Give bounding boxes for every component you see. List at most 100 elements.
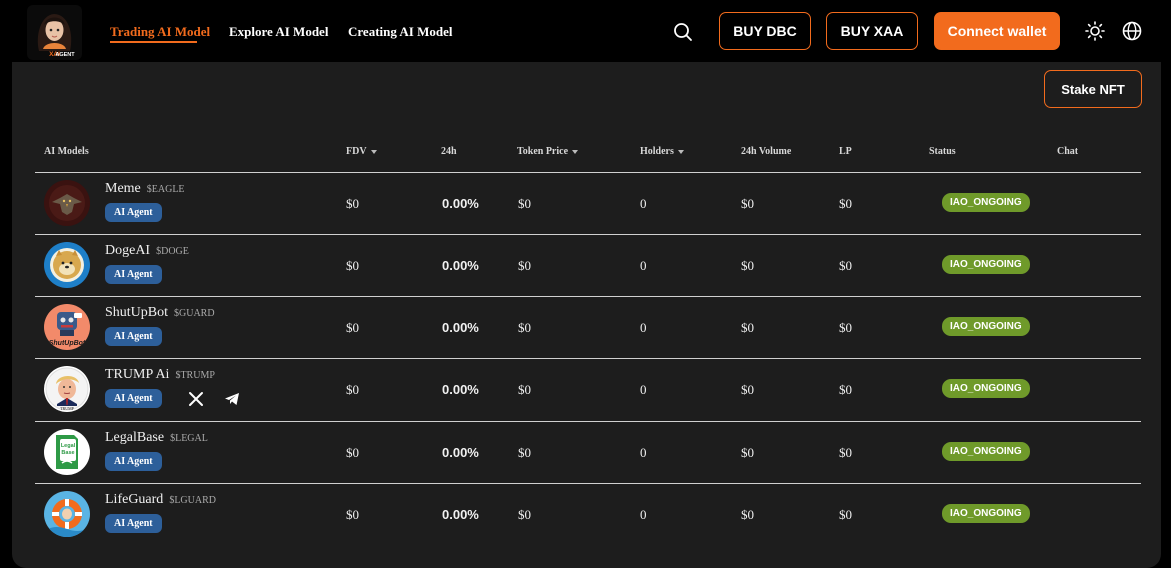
col-header-24h-volume: 24h Volume bbox=[741, 146, 792, 157]
xaiagent-logo[interactable]: XAI AGENT bbox=[27, 5, 82, 60]
ai-agent-badge: AI Agent bbox=[105, 514, 162, 533]
telegram-icon[interactable] bbox=[224, 391, 240, 407]
status-badge: IAO_ONGOING bbox=[942, 193, 1030, 212]
token-ticker: $TRUMP bbox=[175, 370, 215, 381]
shutupbot-avatar[interactable]: ShutUpBot bbox=[44, 304, 90, 350]
model-name[interactable]: ShutUpBot $GUARD bbox=[105, 305, 215, 321]
col-header-fdv[interactable]: FDV bbox=[346, 146, 377, 157]
holders-value: 0 bbox=[640, 445, 647, 460]
lifeguard-avatar[interactable] bbox=[44, 491, 90, 537]
col-header-status: Status bbox=[929, 146, 956, 157]
holders-value: 0 bbox=[640, 382, 647, 397]
token-ticker: $GUARD bbox=[174, 308, 215, 319]
table-row[interactable]: ShutUpBot ShutUpBot $GUARD AI Agent $0 0.… bbox=[35, 297, 1141, 358]
fdv-value: $0 bbox=[346, 196, 359, 211]
active-nav-underline bbox=[110, 41, 197, 43]
holders-value: 0 bbox=[640, 196, 647, 211]
search-icon[interactable] bbox=[672, 21, 694, 43]
lp-value: $0 bbox=[839, 507, 852, 522]
x-icon[interactable] bbox=[188, 391, 204, 407]
sort-caret-icon bbox=[370, 149, 377, 154]
lp-value: $0 bbox=[839, 320, 852, 335]
svg-text:TRUMP: TRUMP bbox=[60, 406, 75, 411]
top-navbar: XAI AGENT Trading AI Model Explore AI Mo… bbox=[0, 0, 1171, 62]
model-name[interactable]: Meme $EAGLE bbox=[105, 181, 185, 197]
status-badge: IAO_ONGOING bbox=[942, 442, 1030, 461]
status-badge: IAO_ONGOING bbox=[942, 255, 1030, 274]
volume-24h-value: $0 bbox=[741, 196, 754, 211]
svg-text:ShutUpBot: ShutUpBot bbox=[49, 340, 86, 347]
token-ticker: $DOGE bbox=[156, 246, 189, 257]
ai-agent-badge: AI Agent bbox=[105, 389, 162, 408]
sort-caret-icon bbox=[677, 149, 684, 154]
ai-agent-badge: AI Agent bbox=[105, 327, 162, 346]
table-row[interactable]: Legal Base LegalBase $LEGAL AI Agent $0 0… bbox=[35, 422, 1141, 483]
col-header-token-price[interactable]: Token Price bbox=[517, 146, 579, 157]
change-24h-value: 0.00% bbox=[442, 445, 479, 460]
change-24h-value: 0.00% bbox=[442, 507, 479, 522]
holders-value: 0 bbox=[640, 258, 647, 273]
buy-xaa-button[interactable]: BUY XAA bbox=[826, 12, 918, 50]
connect-wallet-button[interactable]: Connect wallet bbox=[934, 12, 1060, 50]
token-price-value: $0 bbox=[518, 507, 531, 522]
lp-value: $0 bbox=[839, 258, 852, 273]
model-name[interactable]: LifeGuard $LGUARD bbox=[105, 492, 216, 508]
nav-explore-ai-model[interactable]: Explore AI Model bbox=[229, 24, 328, 40]
legalbase-avatar[interactable]: Legal Base bbox=[44, 429, 90, 475]
token-ticker: $EAGLE bbox=[146, 184, 185, 195]
sun-icon[interactable] bbox=[1084, 20, 1106, 42]
volume-24h-value: $0 bbox=[741, 258, 754, 273]
status-badge: IAO_ONGOING bbox=[942, 317, 1030, 336]
nav-trading-ai-model[interactable]: Trading AI Model bbox=[110, 24, 210, 40]
fdv-value: $0 bbox=[346, 320, 359, 335]
status-badge: IAO_ONGOING bbox=[942, 504, 1030, 523]
ai-agent-badge: AI Agent bbox=[105, 265, 162, 284]
token-price-value: $0 bbox=[518, 320, 531, 335]
model-name[interactable]: DogeAI $DOGE bbox=[105, 243, 189, 259]
fdv-value: $0 bbox=[346, 258, 359, 273]
token-price-value: $0 bbox=[518, 196, 531, 211]
token-price-value: $0 bbox=[518, 382, 531, 397]
globe-icon[interactable] bbox=[1121, 20, 1143, 42]
fdv-value: $0 bbox=[346, 445, 359, 460]
token-price-value: $0 bbox=[518, 258, 531, 273]
svg-text:Legal: Legal bbox=[61, 443, 76, 449]
table-row[interactable]: TRUMP TRUMP Ai $TRUMP AI Agent $0 0.00% $… bbox=[35, 359, 1141, 420]
ai-agent-badge: AI Agent bbox=[105, 203, 162, 222]
eagle-avatar[interactable] bbox=[44, 180, 90, 226]
col-header-24h: 24h bbox=[441, 146, 457, 157]
table-row[interactable]: Meme $EAGLE AI Agent $0 0.00% $0 0 $0 $0 … bbox=[35, 173, 1141, 234]
holders-value: 0 bbox=[640, 320, 647, 335]
col-header-chat: Chat bbox=[1057, 146, 1079, 157]
buy-dbc-button[interactable]: BUY DBC bbox=[719, 12, 811, 50]
table-row[interactable]: DogeAI $DOGE AI Agent $0 0.00% $0 0 $0 $0… bbox=[35, 235, 1141, 296]
change-24h-value: 0.00% bbox=[442, 320, 479, 335]
token-ticker: $LEGAL bbox=[170, 433, 208, 444]
svg-text:Base: Base bbox=[61, 450, 74, 456]
doge-avatar[interactable] bbox=[44, 242, 90, 288]
table-row[interactable]: LifeGuard $LGUARD AI Agent $0 0.00% $0 0 … bbox=[35, 484, 1141, 545]
ai-agent-badge: AI Agent bbox=[105, 452, 162, 471]
nav-creating-ai-model[interactable]: Creating AI Model bbox=[348, 24, 452, 40]
model-name[interactable]: TRUMP Ai $TRUMP bbox=[105, 367, 215, 383]
sort-caret-icon bbox=[572, 149, 579, 154]
lp-value: $0 bbox=[839, 196, 852, 211]
change-24h-value: 0.00% bbox=[442, 382, 479, 397]
volume-24h-value: $0 bbox=[741, 507, 754, 522]
col-header-lp: LP bbox=[839, 146, 852, 157]
volume-24h-value: $0 bbox=[741, 445, 754, 460]
volume-24h-value: $0 bbox=[741, 382, 754, 397]
status-badge: IAO_ONGOING bbox=[942, 379, 1030, 398]
lp-value: $0 bbox=[839, 382, 852, 397]
ai-models-panel: Stake NFT AI Models FDV 24h Token Price … bbox=[12, 62, 1161, 568]
stake-nft-button[interactable]: Stake NFT bbox=[1044, 70, 1142, 108]
volume-24h-value: $0 bbox=[741, 320, 754, 335]
col-header-ai-models: AI Models bbox=[44, 146, 89, 157]
fdv-value: $0 bbox=[346, 507, 359, 522]
token-price-value: $0 bbox=[518, 445, 531, 460]
col-header-holders[interactable]: Holders bbox=[640, 146, 684, 157]
svg-text:AGENT: AGENT bbox=[55, 52, 75, 58]
lp-value: $0 bbox=[839, 445, 852, 460]
trump-avatar[interactable]: TRUMP bbox=[44, 366, 90, 412]
model-name[interactable]: LegalBase $LEGAL bbox=[105, 430, 208, 446]
